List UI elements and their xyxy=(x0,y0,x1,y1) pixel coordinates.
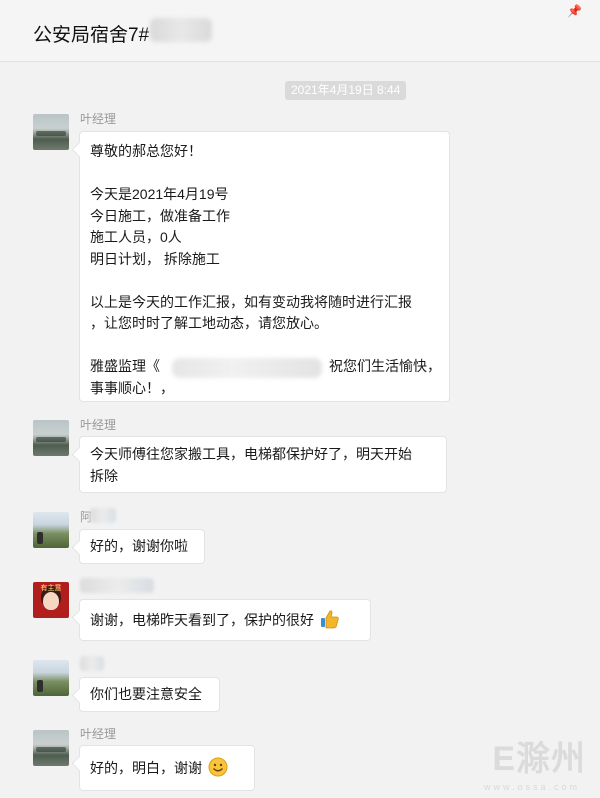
sender-name: 叶经理 xyxy=(80,112,117,126)
message-bubble[interactable]: 尊敬的郝总您好！ 今天是2021年4月19号 今日施工，做准备工作 施工人员，0… xyxy=(79,131,450,402)
thumbs-up-icon xyxy=(320,610,339,629)
smile-icon xyxy=(208,757,228,777)
avatar[interactable] xyxy=(33,660,69,696)
message-line: 拆除 xyxy=(90,467,118,484)
message-line: 尊敬的郝总您好！ xyxy=(90,143,202,159)
name-redaction xyxy=(80,578,154,593)
message-text: 好的，明白，谢谢 xyxy=(90,760,202,776)
message-line xyxy=(90,163,439,185)
sender-name: 叶经理 xyxy=(80,727,117,741)
avatar[interactable] xyxy=(33,114,69,150)
avatar-label: 有主意 xyxy=(40,585,62,592)
pin-icon[interactable]: 📌 xyxy=(567,4,582,18)
message-line: 施工人员，0人 xyxy=(90,229,182,245)
watermark-url: www.ossa.com xyxy=(483,782,580,792)
message-bubble[interactable]: 好的，谢谢你啦 xyxy=(79,529,205,564)
avatar[interactable] xyxy=(33,420,69,456)
sender-name: 叶经理 xyxy=(80,418,117,432)
message-text: 雅盛监理《 xyxy=(90,358,160,374)
message-line: 以上是今天的工作汇报，如有变动我将随时进行汇报 xyxy=(90,293,412,310)
message-line: 事事顺心！， xyxy=(90,379,174,396)
message-line: 今天是2021年4月19号 xyxy=(90,186,229,202)
name-redaction xyxy=(90,508,116,523)
avatar[interactable] xyxy=(33,512,69,548)
message-text: 谢谢，电梯昨天看到了，保护的很好 xyxy=(90,612,314,628)
message-line xyxy=(90,335,439,357)
message-bubble[interactable]: 你们也要注意安全 xyxy=(79,677,220,712)
timestamp: 2021年4月19日 8:44 xyxy=(285,81,407,100)
message-line: 雅盛监理《 祝您们生活愉快， xyxy=(90,356,441,378)
chat-header: 公安局宿舍7# 📌 xyxy=(0,0,600,62)
message-text: 你们也要注意安全 xyxy=(90,686,202,702)
message-bubble[interactable]: 谢谢，电梯昨天看到了，保护的很好 xyxy=(79,599,371,641)
message-bubble[interactable]: 今天师傅往您家搬工具，电梯都保护好了，明天开始 拆除 xyxy=(79,436,447,493)
chat-title: 公安局宿舍7# xyxy=(33,25,150,46)
message-line: ，让您时时了解工地动态，请您放心。 xyxy=(90,315,328,331)
avatar[interactable]: 有主意 xyxy=(33,582,69,618)
message-bubble[interactable]: 好的，明白，谢谢 xyxy=(79,745,255,791)
message-line xyxy=(90,270,439,292)
name-redaction xyxy=(80,656,104,671)
avatar[interactable] xyxy=(33,730,69,766)
message-text: 好的，谢谢你啦 xyxy=(90,538,188,554)
message-text: 祝您们生活愉快， xyxy=(329,358,441,374)
watermark-logo: E滁州 xyxy=(492,740,586,778)
redaction-blur xyxy=(172,358,322,378)
message-line: 今天师傅往您家搬工具，电梯都保护好了，明天开始 xyxy=(90,446,412,462)
title-redaction xyxy=(150,18,212,42)
message-line: 明日计划， 拆除施工 xyxy=(90,250,220,267)
message-line: 今日施工，做准备工作 xyxy=(90,207,230,224)
